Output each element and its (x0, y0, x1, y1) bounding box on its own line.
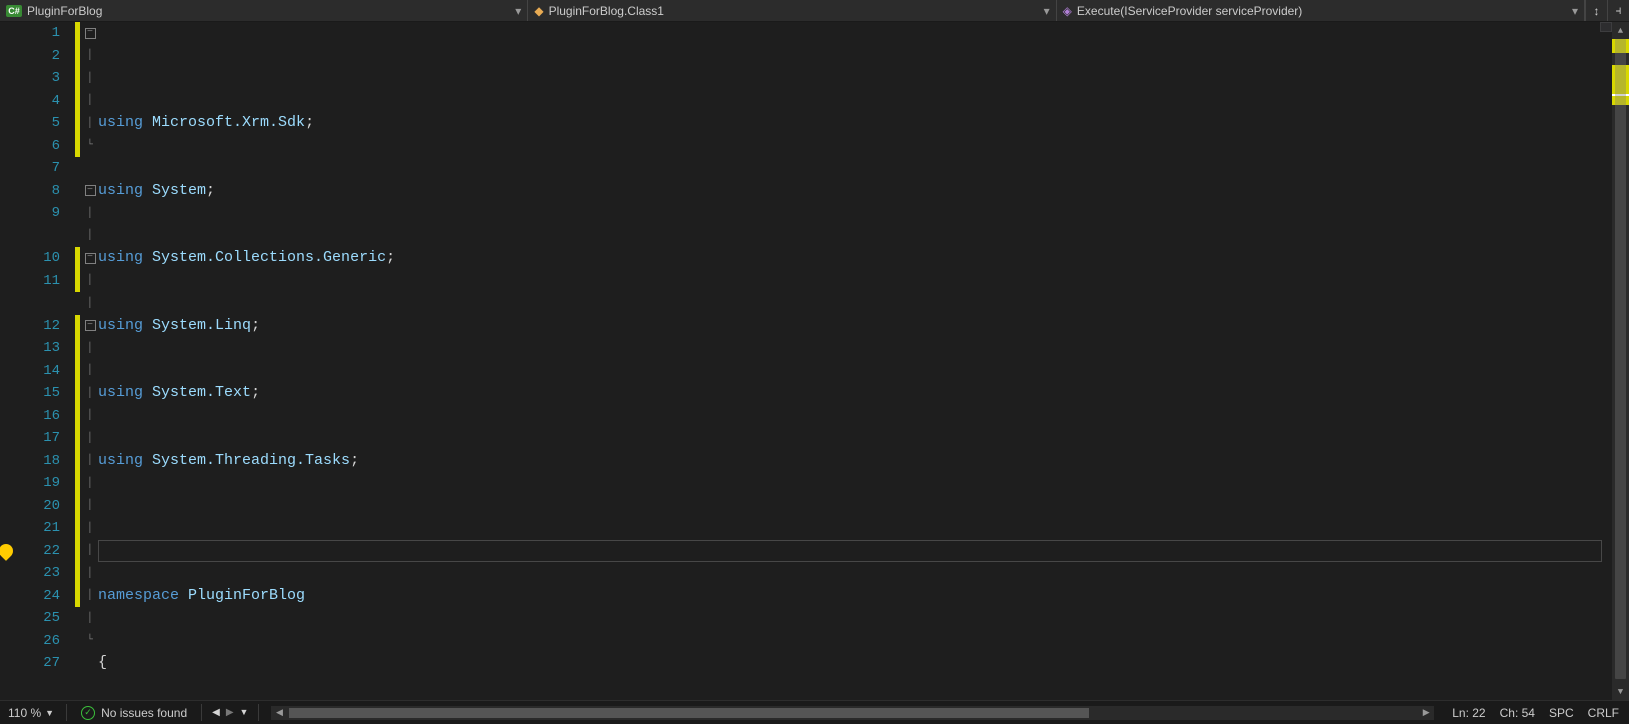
fold-column: − ││││└ − ││ − ││ − ││││ ││││ ││││ │└ (82, 22, 98, 700)
chevron-down-icon: ▾ (1572, 4, 1578, 18)
line-number: 14 (0, 360, 60, 383)
current-line-highlight (98, 540, 1602, 563)
nav-prev-icon[interactable]: ◀ (212, 707, 220, 718)
indent-mode[interactable]: SPC (1549, 706, 1574, 720)
caret-col[interactable]: Ch: 54 (1500, 706, 1535, 720)
line-number: 3 (0, 67, 60, 90)
nav-next-icon[interactable]: ▶ (226, 707, 234, 718)
scroll-left-icon[interactable]: ◀ (271, 706, 287, 720)
breadcrumb-method-label: Execute(IServiceProvider serviceProvider… (1077, 4, 1302, 18)
scroll-right-icon[interactable]: ▶ (1418, 706, 1434, 720)
check-icon: ✓ (81, 706, 95, 720)
fold-toggle[interactable]: − (85, 320, 96, 331)
breadcrumb-bar: C# PluginForBlog ▾ ◆ PluginForBlog.Class… (0, 0, 1629, 22)
scroll-up-icon[interactable]: ▲ (1612, 22, 1629, 39)
line-number: 27 (0, 652, 60, 675)
code-area[interactable]: using Microsoft.Xrm.Sdk; using System; u… (98, 22, 1612, 700)
line-number: 23 (0, 562, 60, 585)
line-number: 7 (0, 157, 60, 180)
line-number: 13 (0, 337, 60, 360)
scrollbar-thumb[interactable] (1615, 39, 1626, 679)
line-number: 19 (0, 472, 60, 495)
line-number: 18 (0, 450, 60, 473)
status-bar: 110 % ▼ ✓ No issues found ◀ ▶ ▼ ◀ ▶ Ln: … (0, 700, 1629, 724)
line-number: 20 (0, 495, 60, 518)
split-grip[interactable] (1600, 22, 1612, 32)
breadcrumb-project[interactable]: C# PluginForBlog ▾ (0, 0, 528, 21)
editor: 1 2 3 4 5 6 7 8 9 10 11 12 13 14 15 16 1… (0, 22, 1629, 700)
line-number: 11 (0, 270, 60, 293)
line-number: 2 (0, 45, 60, 68)
chevron-down-icon[interactable]: ▼ (240, 707, 249, 718)
line-number (0, 225, 60, 248)
horizontal-scrollbar[interactable]: ◀ ▶ (271, 706, 1434, 720)
chevron-down-icon: ▼ (45, 708, 54, 718)
issues-status[interactable]: ✓ No issues found (71, 706, 197, 720)
line-number: 4 (0, 90, 60, 113)
fold-toggle[interactable]: − (85, 185, 96, 196)
line-number: 12 (0, 315, 60, 338)
nav-arrows[interactable]: ◀ ▶ ▼ (206, 707, 254, 718)
change-marker-column (74, 22, 82, 700)
line-number: 26 (0, 630, 60, 653)
breadcrumb-class-label: PluginForBlog.Class1 (549, 4, 664, 18)
line-number: 25 (0, 607, 60, 630)
fold-toggle[interactable]: − (85, 253, 96, 264)
breadcrumb-method[interactable]: ◈ Execute(IServiceProvider serviceProvid… (1057, 0, 1585, 21)
breadcrumb-class[interactable]: ◆ PluginForBlog.Class1 ▾ (528, 0, 1056, 21)
breadcrumb-project-label: PluginForBlog (27, 4, 102, 18)
line-number: 16 (0, 405, 60, 428)
split-icon[interactable]: ⫞ (1607, 0, 1629, 21)
class-icon: ◆ (534, 4, 543, 18)
scrollbar-track[interactable] (1612, 39, 1629, 683)
caret-line[interactable]: Ln: 22 (1452, 706, 1485, 720)
line-number: 5 (0, 112, 60, 135)
line-number-gutter: 1 2 3 4 5 6 7 8 9 10 11 12 13 14 15 16 1… (0, 22, 74, 700)
lightbulb-icon[interactable] (0, 541, 16, 561)
scroll-down-icon[interactable]: ▼ (1612, 683, 1629, 700)
line-number: 17 (0, 427, 60, 450)
line-number: 21 (0, 517, 60, 540)
line-ending[interactable]: CRLF (1588, 706, 1619, 720)
breadcrumb-right-controls: ↕ ⫞ (1585, 0, 1629, 21)
line-number (0, 292, 60, 315)
csharp-icon: C# (6, 5, 22, 17)
chevron-down-icon: ▾ (1044, 4, 1050, 18)
line-number: 22 (0, 540, 60, 563)
line-number: 10 (0, 247, 60, 270)
method-icon: ◈ (1063, 4, 1072, 18)
zoom-level[interactable]: 110 % ▼ (0, 706, 62, 720)
line-number: 8 (0, 180, 60, 203)
line-number: 1 (0, 22, 60, 45)
line-number: 15 (0, 382, 60, 405)
swap-icon[interactable]: ↕ (1585, 0, 1607, 21)
chevron-down-icon: ▾ (515, 4, 521, 18)
vertical-scrollbar[interactable]: ▲ ▼ (1612, 22, 1629, 700)
scrollbar-thumb[interactable] (289, 708, 1089, 718)
fold-toggle[interactable]: − (85, 28, 96, 39)
line-number: 24 (0, 585, 60, 608)
line-number: 6 (0, 135, 60, 158)
line-number: 9 (0, 202, 60, 225)
